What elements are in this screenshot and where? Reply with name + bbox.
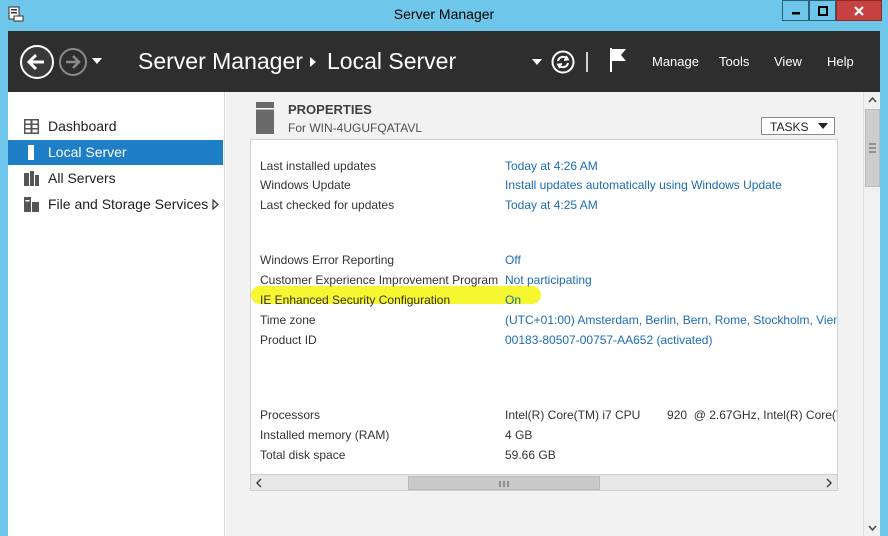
storage-icon — [24, 197, 39, 212]
scroll-down-button[interactable] — [864, 519, 881, 536]
property-value-link[interactable]: Install updates automatically using Wind… — [505, 178, 782, 192]
section-title: PROPERTIES — [288, 102, 372, 117]
close-icon — [854, 5, 864, 16]
horizontal-scrollbar[interactable] — [251, 474, 837, 490]
property-value-link[interactable]: On — [505, 293, 521, 307]
property-value-link[interactable]: Off — [505, 253, 521, 267]
grip-icon — [499, 481, 509, 487]
property-label: Windows Error Reporting — [260, 253, 395, 267]
maximize-icon — [817, 5, 828, 16]
servers-icon — [24, 171, 39, 186]
menu-manage[interactable]: Manage — [652, 54, 699, 69]
sidebar-item-file-storage[interactable]: File and Storage Services — [8, 192, 223, 217]
horizontal-scroll-thumb[interactable] — [408, 476, 600, 490]
properties-panel: Last installed updates Today at 4:26 AM … — [250, 139, 838, 491]
refresh-icon[interactable] — [551, 50, 575, 74]
minimize-icon — [791, 11, 800, 14]
breadcrumb-local-server: Local Server — [327, 48, 457, 74]
forward-button[interactable] — [59, 48, 87, 76]
back-arrow-icon — [26, 53, 44, 71]
window-title: Server Manager — [393, 6, 495, 22]
chevron-down-icon — [868, 525, 877, 532]
menu-help[interactable]: Help — [827, 54, 854, 69]
close-button[interactable] — [836, 0, 882, 21]
property-label: Total disk space — [260, 448, 346, 462]
server-icon — [28, 145, 34, 160]
chevron-right-icon — [826, 478, 833, 488]
property-value: 4 GB — [505, 428, 533, 442]
sidebar-item-label: Dashboard — [48, 118, 117, 134]
property-label: Customer Experience Improvement Program — [260, 273, 499, 287]
app-header: Server Manager Local Server Manage Tools… — [8, 31, 880, 92]
breadcrumb-server-manager[interactable]: Server Manager — [138, 48, 303, 75]
property-value-link[interactable]: Not participating — [505, 273, 592, 287]
grip-icon — [869, 143, 876, 153]
back-button[interactable] — [20, 45, 54, 79]
scroll-left-button[interactable] — [251, 475, 267, 490]
menu-view[interactable]: View — [774, 54, 802, 69]
sidebar-item-label: All Servers — [48, 170, 116, 186]
notifications-flag-icon[interactable] — [608, 47, 628, 73]
tasks-dropdown-button[interactable]: TASKS — [761, 117, 835, 135]
minimize-button[interactable] — [782, 0, 809, 21]
property-label: Windows Update — [260, 178, 351, 192]
property-label: Processors — [260, 408, 321, 422]
property-value-link[interactable]: (UTC+01:00) Amsterdam, Berlin, Bern, Rom… — [505, 313, 837, 327]
sidebar-item-label: File and Storage Services — [48, 196, 209, 212]
property-value: Intel(R) Core(TM) i7 CPU 920 @ 2.67GHz, … — [505, 408, 838, 422]
server-tile-icon — [256, 102, 274, 134]
section-subtitle: For WIN-4UGUFQATAVL — [288, 121, 423, 135]
sidebar-item-all-servers[interactable]: All Servers — [8, 166, 223, 191]
property-label: Product ID — [260, 333, 317, 347]
tasks-label: TASKS — [770, 120, 809, 134]
scroll-up-button[interactable] — [864, 92, 881, 109]
breadcrumb-dropdown-icon[interactable] — [532, 58, 542, 66]
maximize-button[interactable] — [809, 0, 836, 21]
dashboard-grid-icon — [24, 119, 39, 134]
history-dropdown-icon[interactable] — [91, 55, 103, 67]
main-area: Dashboard Local Server All Servers File … — [8, 92, 880, 536]
vertical-scroll-thumb[interactable] — [865, 109, 880, 187]
property-value-link[interactable]: 00183-80507-00757-AA652 (activated) — [505, 333, 712, 347]
property-value-link[interactable]: Today at 4:26 AM — [505, 159, 598, 173]
properties-content: PROPERTIES For WIN-4UGUFQATAVL TASKS Las… — [226, 92, 880, 536]
property-label: IE Enhanced Security Configuration — [260, 293, 451, 307]
expand-caret-icon[interactable] — [212, 199, 219, 210]
sidebar-item-local-server[interactable]: Local Server — [8, 140, 223, 165]
property-label: Time zone — [260, 313, 316, 327]
property-value-link[interactable]: Today at 4:25 AM — [505, 198, 598, 212]
sidebar-item-label: Local Server — [48, 144, 127, 160]
breadcrumb-separator-icon — [310, 57, 316, 67]
sidebar: Dashboard Local Server All Servers File … — [8, 92, 225, 536]
chevron-up-icon — [868, 96, 877, 103]
menu-tools[interactable]: Tools — [719, 54, 749, 69]
property-label: Last installed updates — [260, 159, 377, 173]
chevron-left-icon — [255, 478, 262, 488]
header-divider — [586, 52, 588, 72]
forward-arrow-icon — [66, 55, 81, 69]
property-label: Last checked for updates — [260, 198, 395, 212]
sidebar-item-dashboard[interactable]: Dashboard — [8, 114, 223, 139]
vertical-scrollbar[interactable] — [863, 92, 880, 536]
title-bar: Server Manager — [0, 0, 888, 30]
scroll-right-button[interactable] — [821, 475, 837, 490]
chevron-down-icon — [818, 123, 828, 129]
property-label: Installed memory (RAM) — [260, 428, 390, 442]
property-value: 59.66 GB — [505, 448, 556, 462]
